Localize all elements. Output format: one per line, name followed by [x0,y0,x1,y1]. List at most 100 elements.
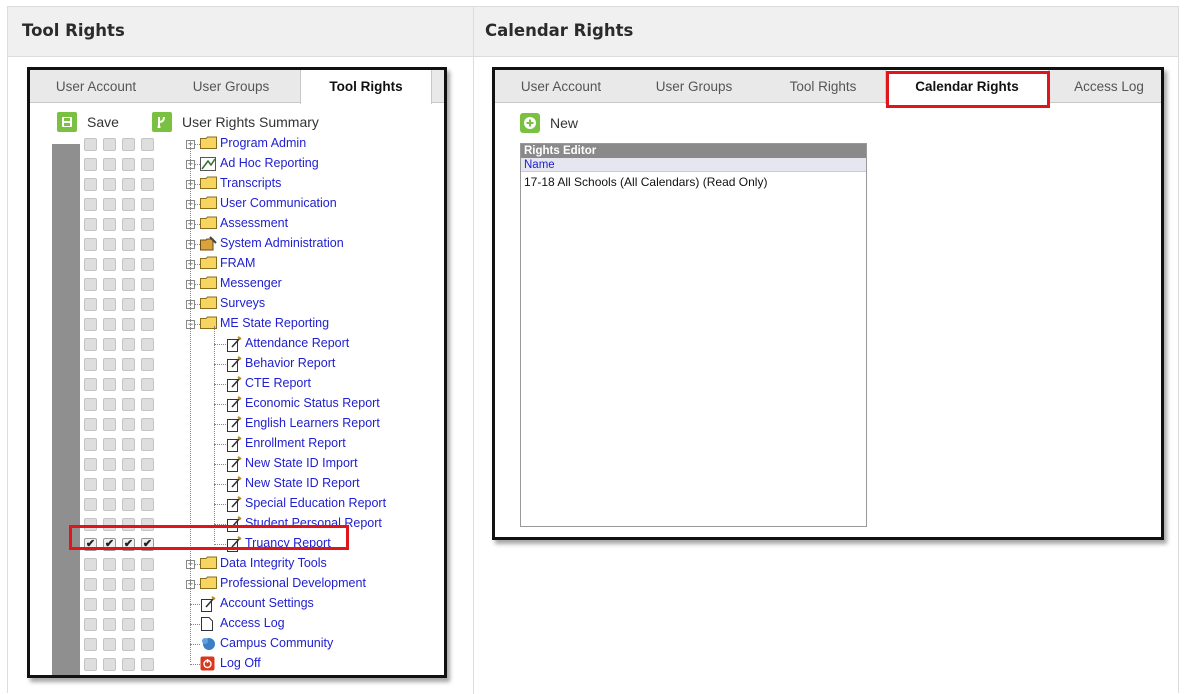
rights-checkbox[interactable] [141,218,154,231]
rights-checkbox[interactable] [122,598,135,611]
rights-checkbox[interactable] [122,558,135,571]
rights-checkbox[interactable] [84,218,97,231]
tree-item-label[interactable]: Program Admin [220,136,306,150]
rights-checkbox[interactable] [122,238,135,251]
rights-checkbox[interactable] [122,278,135,291]
tab-user-groups[interactable]: User Groups [162,70,300,103]
rights-checkbox[interactable] [84,598,97,611]
rights-checkbox[interactable] [84,358,97,371]
rights-checkbox[interactable] [141,378,154,391]
rights-checkbox[interactable] [103,578,116,591]
tree-item-label[interactable]: Surveys [220,296,265,310]
rights-checkbox[interactable] [122,578,135,591]
rights-checkbox[interactable] [141,198,154,211]
rights-checkbox[interactable] [122,298,135,311]
rights-checkbox[interactable] [103,638,116,651]
tab-tool-rights[interactable]: Tool Rights [300,70,432,104]
list-item[interactable]: 17-18 All Schools (All Calendars) (Read … [521,172,866,189]
rights-checkbox[interactable] [84,298,97,311]
tree-item-label[interactable]: English Learners Report [245,416,380,430]
rights-checkbox[interactable] [141,458,154,471]
rights-checkbox[interactable] [141,638,154,651]
rights-checkbox[interactable] [141,278,154,291]
tree-item-label[interactable]: User Communication [220,196,337,210]
rights-checkbox[interactable] [122,358,135,371]
tree-item-label[interactable]: Access Log [220,616,285,630]
rights-checkbox[interactable] [103,478,116,491]
rights-checkbox[interactable] [122,658,135,671]
rights-checkbox[interactable] [84,198,97,211]
user-rights-summary-button[interactable]: User Rights Summary [152,112,319,132]
tab-user-account[interactable]: User Account [30,70,162,103]
rights-checkbox[interactable] [103,398,116,411]
rights-checkbox[interactable] [122,618,135,631]
save-button[interactable]: Save [57,112,119,132]
tree-item-label[interactable]: Behavior Report [245,356,335,370]
tree-item-label[interactable]: Attendance Report [245,336,349,350]
rights-checkbox[interactable] [103,358,116,371]
rights-checkbox[interactable] [103,438,116,451]
rights-checkbox[interactable] [84,478,97,491]
rights-checkbox[interactable] [141,358,154,371]
rights-checkbox[interactable] [122,178,135,191]
rights-checkbox[interactable] [84,418,97,431]
rights-checkbox[interactable] [141,298,154,311]
rights-checkbox[interactable] [84,578,97,591]
rights-checkbox[interactable] [84,398,97,411]
rights-checkbox[interactable] [103,278,116,291]
rights-checkbox[interactable] [122,458,135,471]
rights-checkbox[interactable] [122,418,135,431]
rights-checkbox[interactable] [103,298,116,311]
rights-checkbox[interactable] [103,198,116,211]
rights-checkbox[interactable] [141,618,154,631]
rights-checkbox[interactable] [141,238,154,251]
rights-checkbox[interactable] [103,498,116,511]
rights-checkbox[interactable] [122,338,135,351]
rights-checkbox[interactable] [84,318,97,331]
rights-checkbox[interactable] [103,318,116,331]
rights-checkbox[interactable] [141,658,154,671]
tree-item-label[interactable]: Campus Community [220,636,333,650]
tree-item-label[interactable]: Economic Status Report [245,396,380,410]
rights-checkbox[interactable] [103,138,116,151]
rights-checkbox[interactable] [103,598,116,611]
rights-checkbox[interactable] [122,478,135,491]
rights-checkbox[interactable] [141,498,154,511]
rights-checkbox[interactable] [84,238,97,251]
tree-item-label[interactable]: Log Off [220,656,261,670]
rights-checkbox[interactable] [141,258,154,271]
rights-checkbox[interactable] [103,158,116,171]
tree-item-label[interactable]: Messenger [220,276,282,290]
rights-checkbox[interactable] [84,258,97,271]
rights-checkbox[interactable] [84,458,97,471]
tree-item-label[interactable]: FRAM [220,256,255,270]
tree-item-label[interactable]: New State ID Import [245,456,358,470]
rights-checkbox[interactable] [141,578,154,591]
rights-checkbox[interactable] [103,178,116,191]
tree-item-label[interactable]: ME State Reporting [220,316,329,330]
tree-item-label[interactable]: System Administration [220,236,344,250]
rights-checkbox[interactable] [141,178,154,191]
rights-checkbox[interactable] [141,418,154,431]
rights-checkbox[interactable] [141,598,154,611]
rights-checkbox[interactable] [84,338,97,351]
rights-checkbox[interactable] [103,658,116,671]
tab-user-account[interactable]: User Account [495,70,627,103]
rights-checkbox[interactable] [141,318,154,331]
rights-checkbox[interactable] [103,378,116,391]
rights-checkbox[interactable] [103,458,116,471]
tree-item-label[interactable]: Transcripts [220,176,281,190]
rights-checkbox[interactable] [122,398,135,411]
tab-tool-rights[interactable]: Tool Rights [761,70,885,103]
rights-checkbox[interactable] [141,158,154,171]
tree-item-label[interactable]: CTE Report [245,376,311,390]
rights-checkbox[interactable] [84,138,97,151]
tree-item-label[interactable]: Ad Hoc Reporting [220,156,319,170]
rights-checkbox[interactable] [122,378,135,391]
rights-checkbox[interactable] [103,618,116,631]
rights-checkbox[interactable] [103,258,116,271]
rights-checkbox[interactable] [141,338,154,351]
rights-checkbox[interactable] [84,278,97,291]
rights-checkbox[interactable] [103,218,116,231]
rights-checkbox[interactable] [84,498,97,511]
